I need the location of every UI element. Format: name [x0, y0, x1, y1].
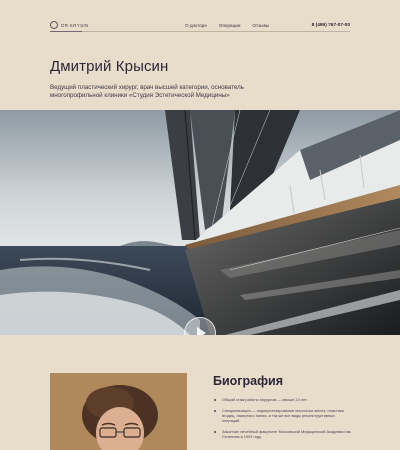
biography-item-text: Специализация — эндопротезирование молоч…: [222, 408, 344, 423]
biography-heading: Биография: [213, 374, 284, 388]
brand-name: DR.KRYSIN: [61, 22, 89, 28]
header-divider: [50, 31, 350, 32]
bullet-icon: [214, 409, 216, 412]
brand-underline: [50, 30, 82, 32]
hero-video-image[interactable]: [0, 110, 400, 335]
nav-link-about[interactable]: О докторе: [185, 23, 207, 28]
sailing-yacht-photo: [0, 110, 400, 335]
biography-list: Общий стаж работы хирургом — свыше 24 ле…: [213, 397, 353, 445]
list-item: Общий стаж работы хирургом — свыше 24 ле…: [213, 397, 353, 402]
doctor-portrait: [50, 373, 187, 450]
doctor-portrait-image: [50, 373, 187, 450]
biography-item-text: Закончил лечебный факультет Московской М…: [222, 429, 352, 439]
page-title: Дмитрий Крысин: [50, 58, 169, 75]
biography-item-text: Общий стаж работы хирургом — свыше 24 ле…: [222, 397, 308, 402]
brand-logo-link[interactable]: DR.KRYSIN: [50, 21, 89, 29]
phone-link[interactable]: 8 (495) 767-07-00: [312, 23, 350, 28]
logo-circle-icon: [50, 21, 58, 29]
nav-link-operations[interactable]: Операции: [219, 23, 241, 28]
list-item: Закончил лечебный факультет Московской М…: [213, 429, 353, 439]
play-icon: [197, 327, 206, 335]
nav-link-reviews[interactable]: Отзывы: [252, 23, 269, 28]
page-subtitle: Ведущий пластический хирург, врач высшей…: [50, 84, 244, 100]
main-nav: О докторе Операции Отзывы: [185, 23, 269, 28]
list-item: Специализация — эндопротезирование молоч…: [213, 408, 353, 423]
bullet-icon: [214, 398, 216, 401]
bullet-icon: [214, 430, 216, 433]
